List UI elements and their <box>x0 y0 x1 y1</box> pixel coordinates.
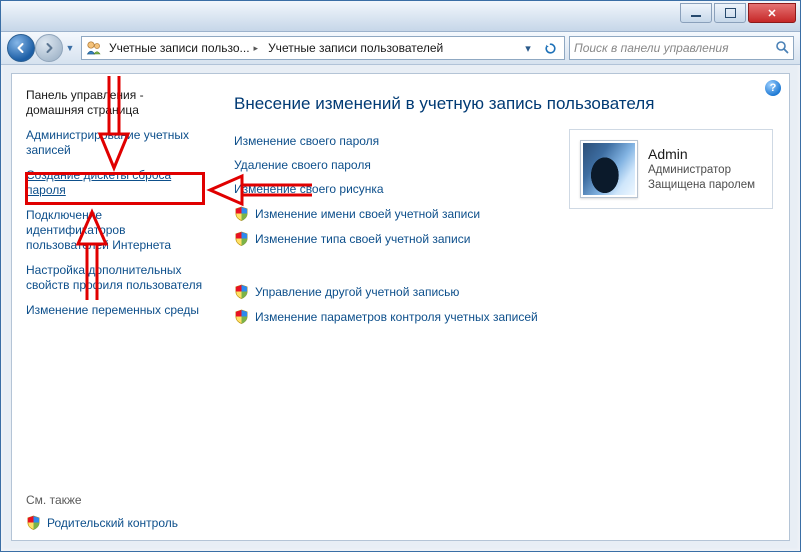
search-input[interactable]: Поиск в панели управления <box>569 36 794 60</box>
shield-icon <box>234 284 249 299</box>
shield-icon <box>234 231 249 246</box>
task-change-type[interactable]: Изменение типа своей учетной записи <box>234 231 771 246</box>
task-manage-another-account[interactable]: Управление другой учетной записью <box>234 284 771 299</box>
task-label: Изменение типа своей учетной записи <box>255 232 470 246</box>
client-area: ? Панель управления - домашняя страница … <box>11 73 790 541</box>
shield-icon <box>234 309 249 324</box>
user-info: Admin Администратор Защищена паролем <box>648 145 755 193</box>
shield-icon <box>234 206 249 221</box>
breadcrumb-label: Учетные записи пользователей <box>268 41 443 55</box>
task-label: Изменение своего рисунка <box>234 182 384 196</box>
titlebar <box>1 1 800 32</box>
maximize-button[interactable] <box>714 3 746 23</box>
forward-button[interactable] <box>35 34 63 62</box>
search-placeholder: Поиск в панели управления <box>574 41 729 55</box>
task-change-uac-settings[interactable]: Изменение параметров контроля учетных за… <box>234 309 771 324</box>
minimize-button[interactable] <box>680 3 712 23</box>
breadcrumb-label: Учетные записи пользо... <box>109 41 250 55</box>
annotation-highlight-box <box>25 172 205 205</box>
see-also-label: См. также <box>26 493 204 507</box>
task-label: Управление другой учетной записью <box>255 285 459 299</box>
user-status: Защищена паролем <box>648 178 755 193</box>
refresh-button[interactable] <box>540 39 560 57</box>
user-name: Admin <box>648 145 755 163</box>
parental-controls-label: Родительский контроль <box>47 516 178 530</box>
user-role: Администратор <box>648 163 755 178</box>
sidebar-item-parental-controls[interactable]: Родительский контроль <box>26 515 204 530</box>
close-button[interactable] <box>748 3 796 23</box>
task-label: Изменение параметров контроля учетных за… <box>255 310 538 324</box>
breadcrumb-item-2[interactable]: Учетные записи пользователей <box>265 41 446 55</box>
task-label: Изменение своего пароля <box>234 134 379 148</box>
search-icon <box>775 40 789 57</box>
sidebar-item-manage-accounts[interactable]: Администрирование учетных записей <box>26 128 204 158</box>
chevron-right-icon: ▸ <box>254 43 259 54</box>
shield-icon <box>26 515 41 530</box>
sidebar-item-env-vars[interactable]: Изменение переменных среды <box>26 303 204 318</box>
address-dropdown-icon[interactable]: ▾ <box>518 39 538 57</box>
sidebar-home-link[interactable]: Панель управления - домашняя страница <box>26 88 204 118</box>
avatar <box>580 140 638 198</box>
user-accounts-icon <box>86 40 102 56</box>
nav-arrow-group: ▼ <box>7 34 77 62</box>
sidebar-item-advanced-profile[interactable]: Настройка дополнительных свойств профиля… <box>26 263 204 293</box>
sidebar: Панель управления - домашняя страница Ад… <box>12 74 212 540</box>
address-bar-tools: ▾ <box>518 39 560 57</box>
main-panel: Внесение изменений в учетную запись поль… <box>212 74 789 540</box>
window: ▼ Учетные записи пользо... ▸ Учетные зап… <box>0 0 801 552</box>
nav-history-dropdown[interactable]: ▼ <box>63 35 77 61</box>
task-label: Изменение имени своей учетной записи <box>255 207 480 221</box>
back-button[interactable] <box>7 34 35 62</box>
user-card: Admin Администратор Защищена паролем <box>569 129 773 209</box>
navigation-bar: ▼ Учетные записи пользо... ▸ Учетные зап… <box>1 32 800 65</box>
sidebar-item-link-online-ids[interactable]: Подключение идентификаторов пользователе… <box>26 208 204 253</box>
address-bar[interactable]: Учетные записи пользо... ▸ Учетные запис… <box>81 36 565 60</box>
task-label: Удаление своего пароля <box>234 158 371 172</box>
page-title: Внесение изменений в учетную запись поль… <box>234 94 771 114</box>
breadcrumb-item-1[interactable]: Учетные записи пользо... ▸ <box>106 41 261 55</box>
sidebar-footer: См. также Родительский контроль <box>26 493 204 530</box>
